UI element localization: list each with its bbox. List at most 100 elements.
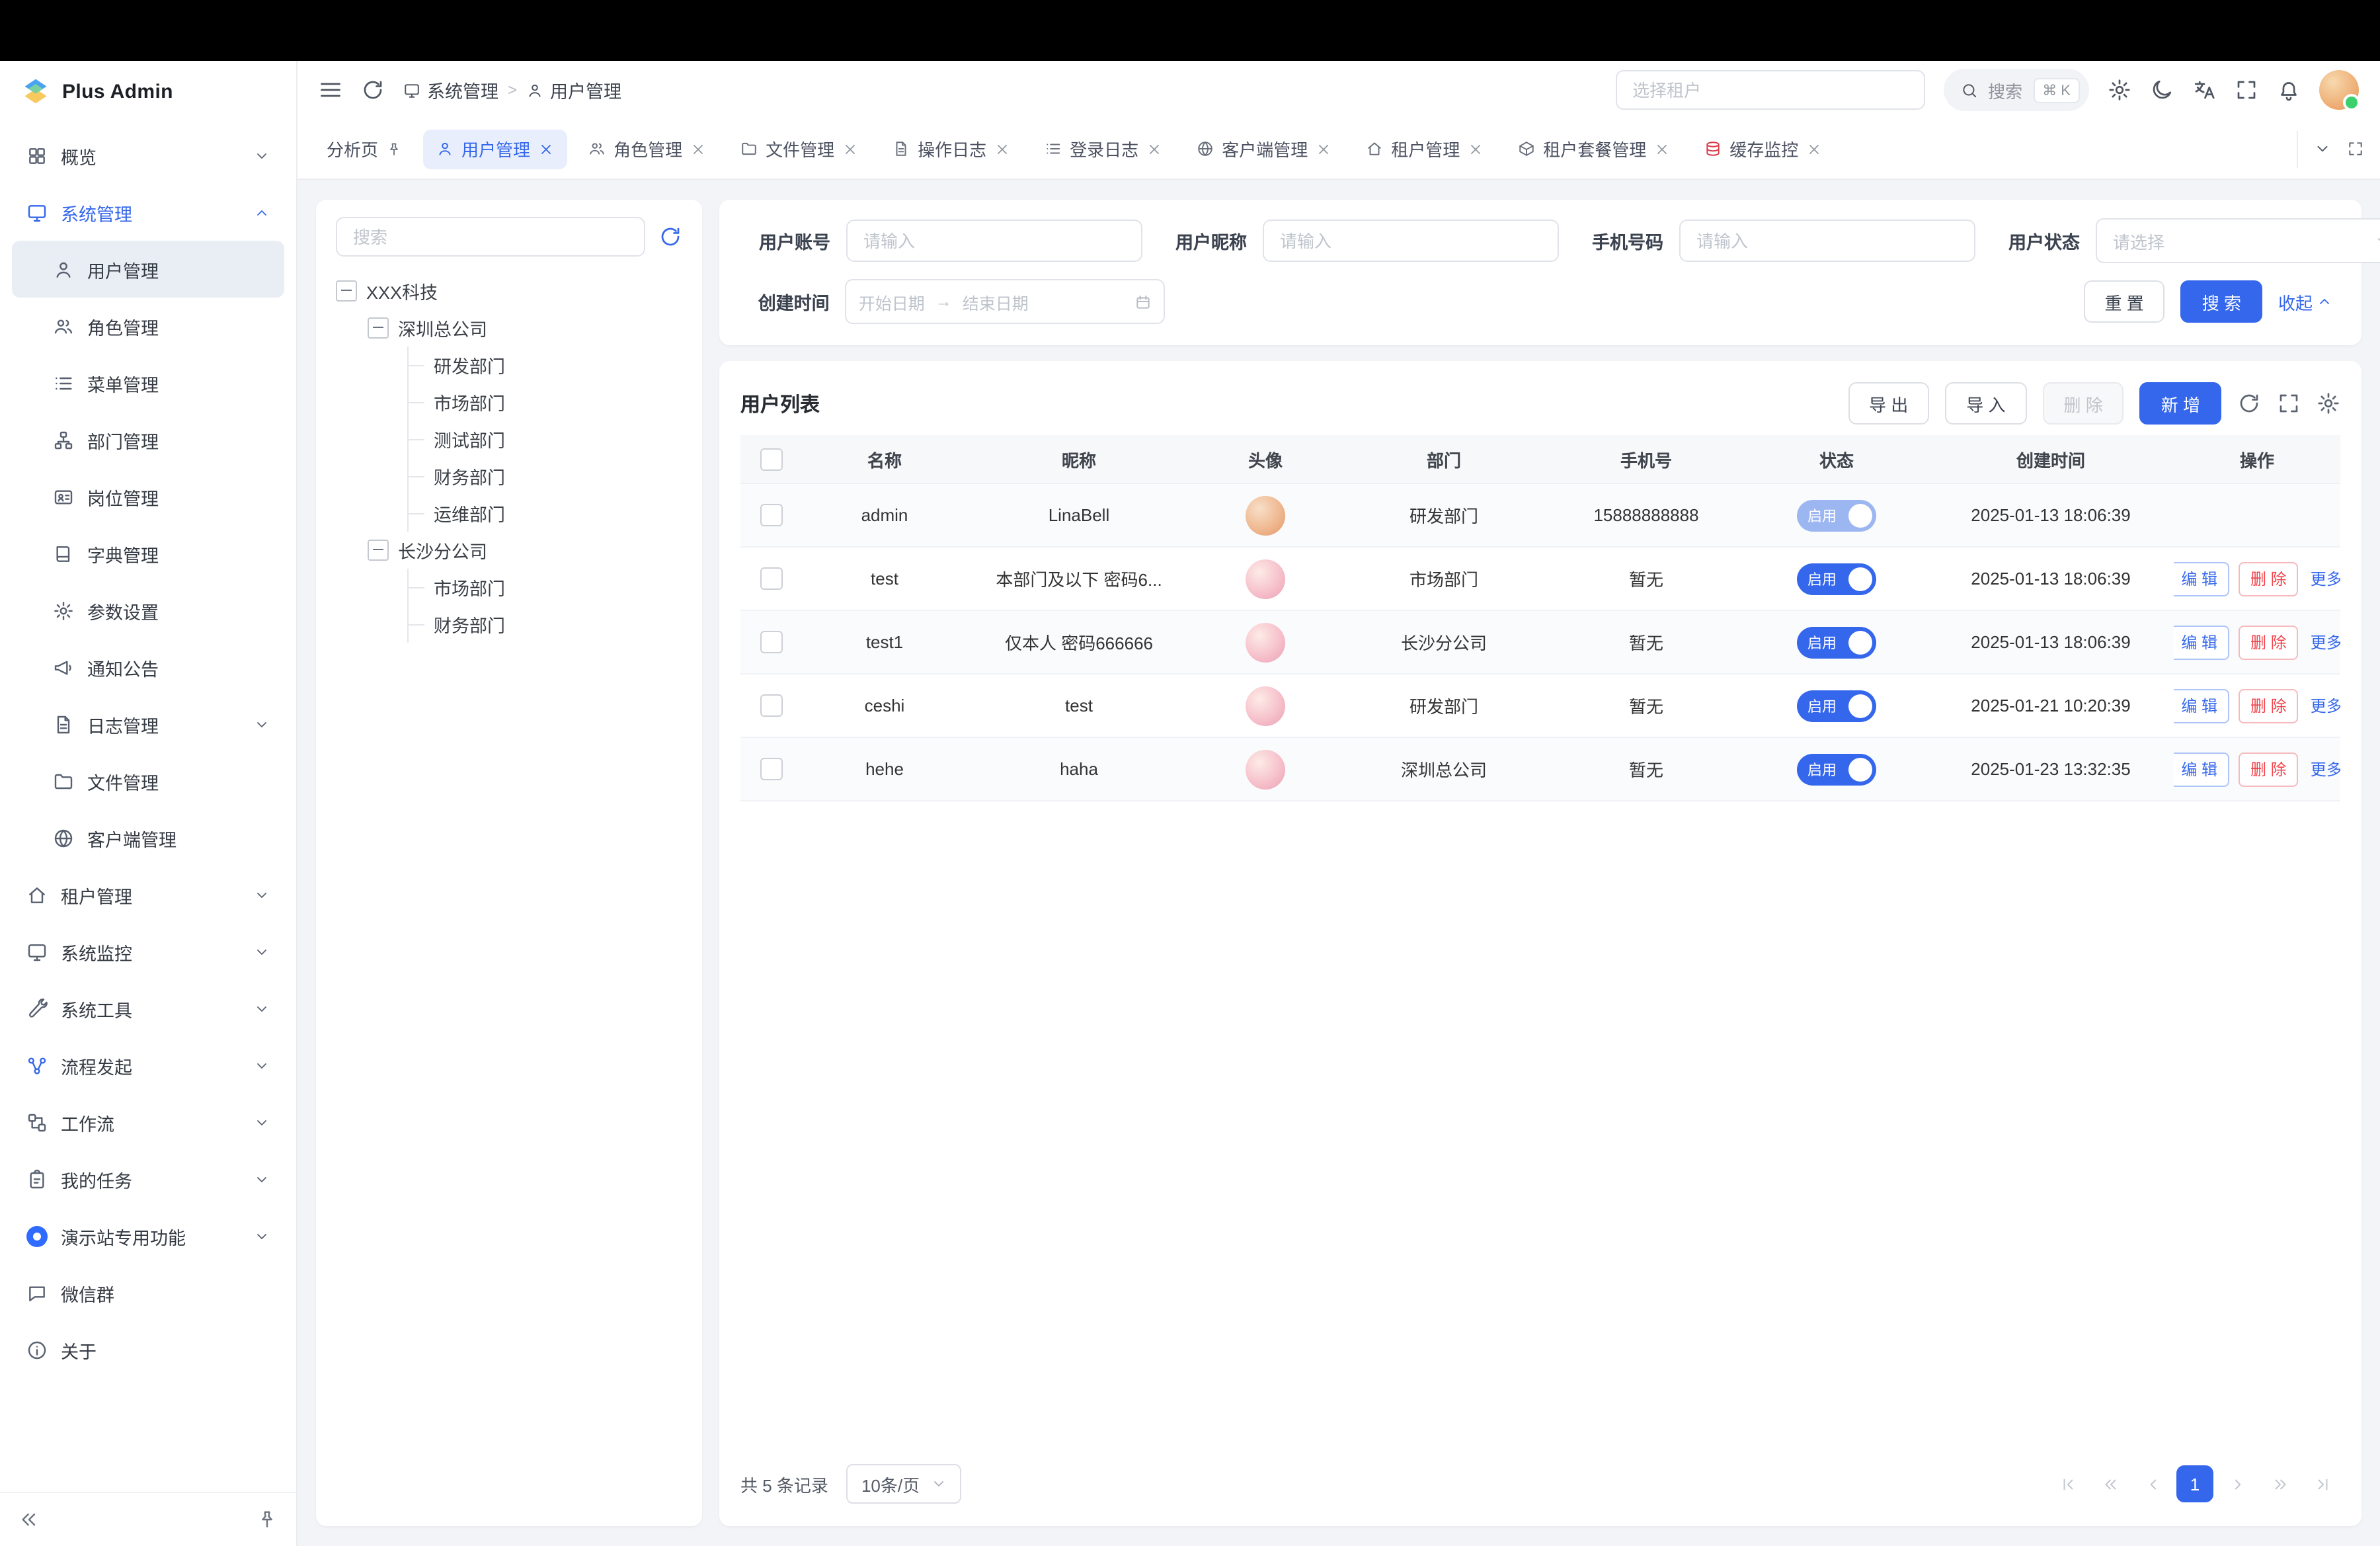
sidebar-item-menu-mgmt[interactable]: 菜单管理: [12, 354, 284, 411]
sidebar-item-client-mgmt[interactable]: 客户端管理: [12, 809, 284, 866]
collapse-node-icon[interactable]: [336, 280, 357, 302]
collapse-node-icon[interactable]: [368, 317, 389, 339]
sidebar-item-system-mgmt[interactable]: 系统管理: [12, 184, 284, 241]
edit-button[interactable]: 编 辑: [2174, 625, 2229, 659]
created-date-range-picker[interactable]: 开始日期 → 结束日期: [846, 279, 1165, 324]
tab-role-mgmt[interactable]: 角色管理: [575, 129, 719, 169]
prev-group-button[interactable]: [2092, 1465, 2129, 1502]
sidebar-item-system-monitor[interactable]: 系统监控: [12, 923, 284, 980]
status-toggle[interactable]: 启用: [1797, 563, 1876, 594]
tenant-select-input[interactable]: [1615, 70, 1924, 110]
sidebar-item-workflow[interactable]: 工作流: [12, 1094, 284, 1151]
sidebar-item-tenant-mgmt[interactable]: 租户管理: [12, 866, 284, 923]
close-tab-icon[interactable]: [1654, 141, 1670, 157]
collapse-sidebar-icon[interactable]: [19, 1509, 40, 1530]
sidebar-item-demo-features[interactable]: 演示站专用功能: [12, 1207, 284, 1264]
search-button[interactable]: 搜 索: [2181, 280, 2262, 323]
sidebar-item-user-mgmt[interactable]: 用户管理: [12, 241, 284, 298]
tab-login-log[interactable]: 登录日志: [1031, 129, 1175, 169]
tree-node-leaf[interactable]: 研发部门: [409, 346, 682, 384]
status-toggle[interactable]: 启用: [1797, 753, 1876, 785]
delete-row-button[interactable]: 删 除: [2239, 625, 2299, 659]
tree-refresh-icon[interactable]: [658, 225, 682, 249]
content-fullscreen-icon[interactable]: [2347, 140, 2364, 157]
collapse-node-icon[interactable]: [368, 540, 389, 561]
tree-node-leaf[interactable]: 财务部门: [409, 606, 682, 643]
last-page-button[interactable]: [2303, 1465, 2340, 1502]
status-toggle[interactable]: 启用: [1797, 499, 1876, 531]
delete-row-button[interactable]: 删 除: [2239, 561, 2299, 596]
language-icon[interactable]: [2192, 78, 2216, 102]
tree-node-leaf[interactable]: 市场部门: [409, 569, 682, 606]
sidebar-item-my-tasks[interactable]: 我的任务: [12, 1151, 284, 1207]
more-button[interactable]: 更多: [2308, 625, 2340, 659]
sidebar-item-param-settings[interactable]: 参数设置: [12, 582, 284, 639]
delete-row-button[interactable]: 删 除: [2239, 688, 2299, 723]
delete-button[interactable]: 删 除: [2043, 382, 2124, 425]
table-refresh-icon[interactable]: [2237, 391, 2261, 415]
tab-analysis[interactable]: 分析页: [313, 129, 415, 169]
global-search[interactable]: 搜索 ⌘ K: [1943, 69, 2089, 111]
next-group-button[interactable]: [2261, 1465, 2298, 1502]
breadcrumb-item-system[interactable]: 系统管理: [403, 77, 498, 103]
nickname-input[interactable]: [1263, 220, 1559, 262]
dark-mode-icon[interactable]: [2150, 78, 2174, 102]
sidebar-item-post-mgmt[interactable]: 岗位管理: [12, 468, 284, 525]
tree-node-leaf[interactable]: 测试部门: [409, 421, 682, 458]
more-button[interactable]: 更多: [2308, 561, 2340, 596]
settings-icon[interactable]: [2108, 78, 2131, 102]
breadcrumb-item-user[interactable]: 用户管理: [526, 77, 621, 103]
table-settings-icon[interactable]: [2317, 391, 2340, 415]
sidebar-item-system-tools[interactable]: 系统工具: [12, 980, 284, 1037]
sidebar-item-notice[interactable]: 通知公告: [12, 639, 284, 696]
close-tab-icon[interactable]: [1806, 141, 1822, 157]
sidebar-item-about[interactable]: 关于: [12, 1321, 284, 1378]
edit-button[interactable]: 编 辑: [2174, 561, 2229, 596]
tree-search-input[interactable]: [336, 217, 645, 257]
table-fullscreen-icon[interactable]: [2277, 391, 2301, 415]
tab-user-mgmt[interactable]: 用户管理: [423, 129, 567, 169]
account-input[interactable]: [846, 220, 1142, 262]
sidebar-item-log-mgmt[interactable]: 日志管理: [12, 696, 284, 753]
edit-button[interactable]: 编 辑: [2174, 688, 2229, 723]
close-tab-icon[interactable]: [690, 141, 706, 157]
sidebar-item-overview[interactable]: 概览: [12, 127, 284, 184]
close-tab-icon[interactable]: [538, 141, 554, 157]
sidebar-item-wechat-group[interactable]: 微信群: [12, 1264, 284, 1321]
close-tab-icon[interactable]: [1468, 141, 1484, 157]
fullscreen-icon[interactable]: [2235, 78, 2258, 102]
select-all-checkbox[interactable]: [760, 448, 782, 470]
row-checkbox[interactable]: [760, 567, 782, 590]
collapse-filters-button[interactable]: 收起: [2278, 289, 2332, 314]
brand[interactable]: Plus Admin: [0, 61, 296, 122]
reset-button[interactable]: 重 置: [2083, 280, 2164, 323]
tab-list-dropdown-icon[interactable]: [2314, 140, 2331, 157]
delete-row-button[interactable]: 删 除: [2239, 752, 2299, 786]
page-number-current[interactable]: 1: [2176, 1465, 2213, 1502]
first-page-button[interactable]: [2049, 1465, 2086, 1502]
hamburger-icon[interactable]: [319, 78, 342, 102]
tree-node-leaf[interactable]: 市场部门: [409, 384, 682, 421]
add-button[interactable]: 新 增: [2140, 382, 2221, 425]
tree-node-branch[interactable]: 长沙分公司: [368, 532, 682, 569]
row-checkbox[interactable]: [760, 631, 782, 653]
tab-operation-log[interactable]: 操作日志: [879, 129, 1023, 169]
export-button[interactable]: 导 出: [1848, 382, 1929, 425]
phone-input[interactable]: [1679, 220, 1975, 262]
refresh-page-icon[interactable]: [361, 78, 385, 102]
close-tab-icon[interactable]: [1316, 141, 1331, 157]
tree-node-leaf[interactable]: 财务部门: [409, 458, 682, 495]
row-checkbox[interactable]: [760, 504, 782, 526]
row-checkbox[interactable]: [760, 758, 782, 780]
more-button[interactable]: 更多: [2308, 752, 2340, 786]
sidebar-item-file-mgmt[interactable]: 文件管理: [12, 753, 284, 809]
tab-file-mgmt[interactable]: 文件管理: [727, 129, 871, 169]
tab-tenant-package-mgmt[interactable]: 租户套餐管理: [1505, 129, 1683, 169]
tree-node-company[interactable]: XXX科技: [336, 272, 682, 309]
page-size-select[interactable]: 10条/页: [847, 1464, 961, 1504]
tab-tenant-mgmt[interactable]: 租户管理: [1353, 129, 1497, 169]
next-page-button[interactable]: [2219, 1465, 2256, 1502]
tab-cache-monitor[interactable]: 缓存监控: [1691, 129, 1835, 169]
prev-page-button[interactable]: [2134, 1465, 2171, 1502]
tab-client-mgmt[interactable]: 客户端管理: [1183, 129, 1345, 169]
